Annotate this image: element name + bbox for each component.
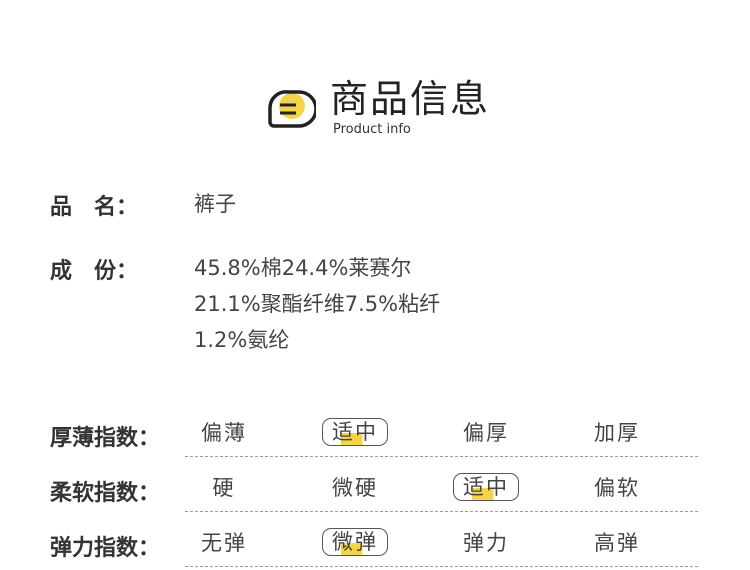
rating-option: 加厚 [594,421,640,445]
rating-option: 硬 [212,476,236,500]
document-icon [268,90,316,128]
page-title: 商品信息 [330,77,491,121]
section-header: 商品信息 Product info [266,76,566,146]
rating-option-selected: 适中 [322,418,388,446]
composition-line: 1.2%氨纶 [194,328,290,352]
rating-option-selected: 微弹 [322,528,388,556]
composition-value: 45.8%棉24.4%莱赛尔 21.1%聚酯纤维7.5%粘纤 1.2%氨纶 [194,250,440,358]
rating-option: 高弹 [594,531,640,555]
page-subtitle: Product info [333,122,411,137]
rating-option: 弹力 [463,531,509,555]
composition-line: 21.1%聚酯纤维7.5%粘纤 [194,292,441,316]
rating-option: 偏薄 [201,421,247,445]
divider [185,566,698,567]
rating-label: 柔软指数： [50,481,161,506]
product-name-label: 品 名： [50,195,139,220]
rating-label: 弹力指数： [50,536,161,561]
composition-line: 45.8%棉24.4%莱赛尔 [194,256,412,280]
composition-label: 成 份： [50,259,139,284]
rating-option: 无弹 [201,531,247,555]
rating-row-elasticity: 弹力指数： 无弹 微弹 弹力 高弹 [50,526,700,567]
rating-option: 偏软 [594,476,640,500]
rating-row-softness: 柔软指数： 硬 微硬 适中 偏软 [50,471,700,512]
rating-option: 偏厚 [463,421,509,445]
rating-option-selected: 适中 [453,473,519,501]
rating-option: 微硬 [332,476,378,500]
divider [185,456,698,457]
rating-label: 厚薄指数： [50,426,161,451]
product-name-value: 裤子 [194,192,236,216]
rating-row-thickness: 厚薄指数： 偏薄 适中 偏厚 加厚 [50,416,700,457]
divider [185,511,698,512]
